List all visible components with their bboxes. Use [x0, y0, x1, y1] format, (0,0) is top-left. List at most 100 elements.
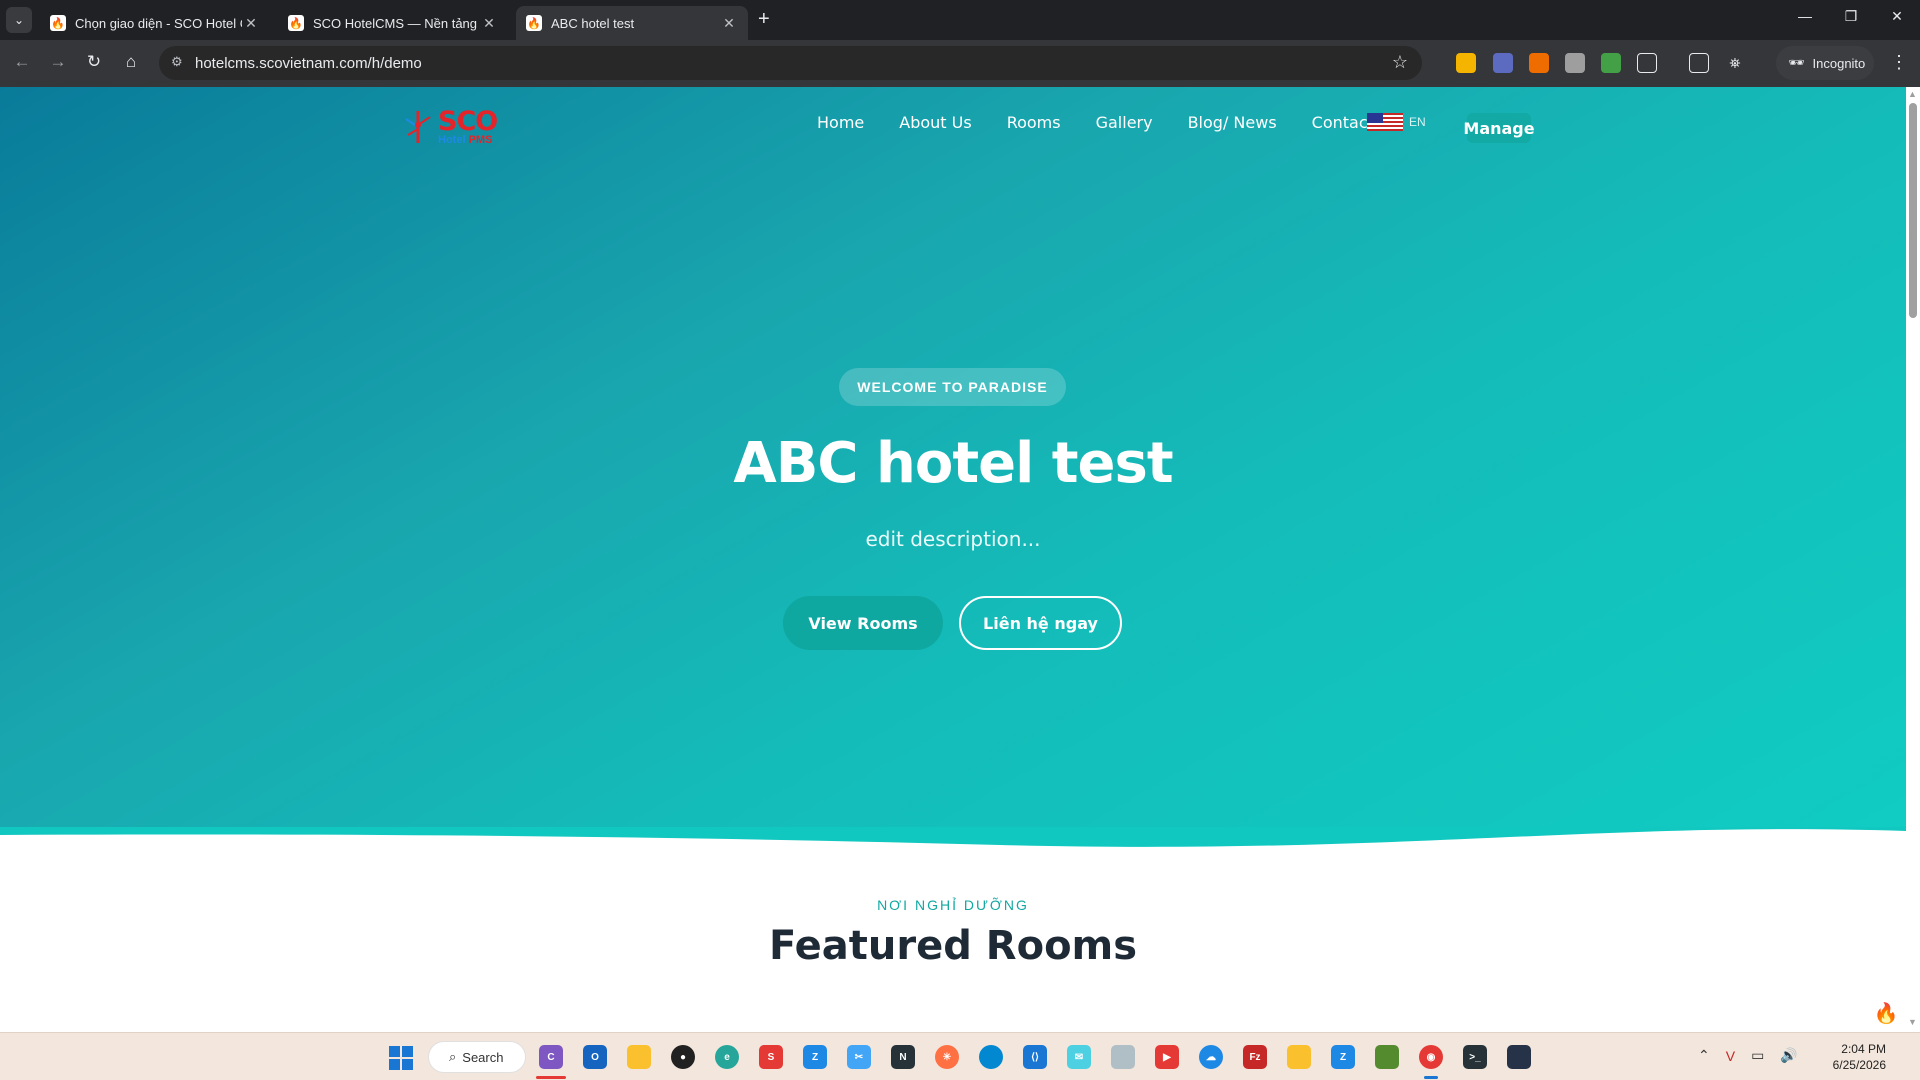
browser-menu-icon[interactable]: ⋮	[1890, 52, 1908, 73]
clock-time: 2:04 PM	[1841, 1042, 1886, 1056]
sticky-notes-app-icon[interactable]	[627, 1045, 651, 1069]
hero-section: SCO Hotel PMS Home About Us Rooms Galler…	[0, 87, 1906, 867]
scroll-down-icon[interactable]: ▼	[1908, 1017, 1917, 1027]
incognito-indicator[interactable]: 🕶 Incognito	[1776, 46, 1874, 80]
minimize-icon[interactable]: —	[1785, 8, 1825, 24]
page-viewport: SCO Hotel PMS Home About Us Rooms Galler…	[0, 87, 1906, 1032]
forward-icon[interactable]: →	[46, 52, 70, 72]
back-icon[interactable]: ←	[10, 52, 34, 72]
chrome-app-icon[interactable]: ◉	[1419, 1045, 1443, 1069]
system-tray: ⌃ V ▭ 🔊	[1698, 1047, 1798, 1064]
tab-title: SCO HotelCMS — Nền tảng website	[313, 15, 480, 31]
scroll-thumb[interactable]	[1909, 103, 1917, 318]
main-nav: Home About Us Rooms Gallery Blog/ News C…	[817, 113, 1374, 132]
reload-icon[interactable]: ↻	[82, 52, 106, 72]
claude-app-icon[interactable]: ✳	[935, 1045, 959, 1069]
extension-icon[interactable]	[1529, 53, 1549, 73]
terminal-app-icon[interactable]: >_	[1463, 1045, 1487, 1069]
filezilla-app-icon[interactable]: Fz	[1243, 1045, 1267, 1069]
section-kicker: NƠI NGHỈ DƯỠNG	[877, 897, 1029, 913]
url-text: hotelcms.scovietnam.com/h/demo	[195, 54, 422, 72]
language-code: EN	[1409, 115, 1426, 129]
app-icon[interactable]	[1111, 1045, 1135, 1069]
extensions-puzzle-icon[interactable]	[1637, 53, 1657, 73]
vscode-app-icon[interactable]: ⟨⟩	[1023, 1045, 1047, 1069]
tab-close-icon[interactable]: ✕	[242, 15, 260, 32]
restore-icon[interactable]: ❐	[1831, 8, 1871, 25]
language-switcher[interactable]: EN	[1367, 113, 1426, 131]
nav-about-us[interactable]: About Us	[899, 113, 971, 132]
browser-tab[interactable]: 🔥 SCO HotelCMS — Nền tảng website ✕	[278, 6, 508, 40]
welcome-badge: WELCOME TO PARADISE	[839, 368, 1066, 406]
mail-app-icon[interactable]: ✉	[1067, 1045, 1091, 1069]
scroll-up-icon[interactable]: ▲	[1908, 89, 1917, 99]
extension-icon[interactable]	[1493, 53, 1513, 73]
address-bar[interactable]: ⚙ hotelcms.scovietnam.com/h/demo ☆	[159, 46, 1422, 80]
site-logo[interactable]: SCO Hotel PMS	[402, 106, 498, 147]
shopee-app-icon[interactable]: S	[759, 1045, 783, 1069]
hero-description: edit description...	[865, 527, 1041, 551]
app-icon[interactable]	[1507, 1045, 1531, 1069]
vietnamese-ime-icon[interactable]: V	[1726, 1048, 1735, 1064]
section-title: Featured Rooms	[768, 923, 1138, 969]
bookmark-star-icon[interactable]: ☆	[1392, 52, 1408, 73]
fire-widget-icon[interactable]: 🔥	[1868, 995, 1904, 1031]
logo-icon	[402, 107, 434, 147]
taskbar-search-label: Search	[462, 1049, 504, 1065]
search-icon: ⌕	[449, 1049, 457, 1064]
tab-search-button[interactable]: ⌄	[6, 7, 32, 33]
new-tab-icon[interactable]: +	[758, 8, 770, 31]
browser-tab-bar: ⌄ 🔥 Chọn giao diện - SCO Hotel CMS ✕ 🔥 S…	[0, 0, 1920, 40]
nav-contact[interactable]: Contact	[1312, 113, 1374, 132]
browser-tab-active[interactable]: 🔥 ABC hotel test ✕	[516, 6, 748, 40]
tray-chevron-up-icon[interactable]: ⌃	[1698, 1047, 1710, 1064]
browser-tab[interactable]: 🔥 Chọn giao diện - SCO Hotel CMS ✕	[40, 6, 270, 40]
windows-start-icon[interactable]	[389, 1046, 413, 1070]
edge-app-icon[interactable]: e	[715, 1045, 739, 1069]
camera-extension-icon[interactable]	[1565, 53, 1585, 73]
snipping-tool-icon[interactable]: ✂	[847, 1045, 871, 1069]
volume-icon[interactable]: 🔊	[1780, 1047, 1797, 1064]
incognito-icon: 🕶	[1788, 55, 1805, 70]
extension-icon[interactable]	[1456, 53, 1476, 73]
record-app-icon[interactable]: ●	[671, 1045, 695, 1069]
notion-app-icon[interactable]: N	[891, 1045, 915, 1069]
hero-title: ABC hotel test	[733, 431, 1173, 496]
tab-title: ABC hotel test	[551, 15, 635, 31]
youtube-app-icon[interactable]: ▶	[1155, 1045, 1179, 1069]
page-scrollbar[interactable]: ▲ ▼	[1906, 87, 1920, 1032]
extension-icon[interactable]	[1601, 53, 1621, 73]
close-window-icon[interactable]: ✕	[1877, 8, 1917, 25]
contact-now-button[interactable]: Liên hệ ngay	[959, 596, 1122, 650]
manage-button[interactable]: Manage	[1463, 113, 1535, 143]
taskbar-clock[interactable]: 2:04 PM 6/25/2026	[1810, 1041, 1886, 1073]
taskbar-search[interactable]: ⌕ Search	[428, 1041, 526, 1073]
tab-title: Chọn giao diện - SCO Hotel CMS	[75, 15, 242, 31]
site-info-icon[interactable]: ⚙	[171, 54, 183, 70]
site-favicon-icon: 🔥	[50, 15, 66, 31]
zalo-app-icon[interactable]: Z	[1331, 1045, 1355, 1069]
clickup-app-icon[interactable]: C	[539, 1045, 563, 1069]
outlook-app-icon[interactable]: O	[583, 1045, 607, 1069]
nav-blog-news[interactable]: Blog/ News	[1188, 113, 1277, 132]
logo-sub-hotel: Hotel	[438, 134, 466, 146]
incognito-small-icon[interactable]: ⛯	[1725, 53, 1745, 73]
nav-rooms[interactable]: Rooms	[1007, 113, 1061, 132]
logo-brand: SCO	[438, 106, 498, 137]
logo-sub-pms: PMS	[468, 134, 493, 146]
nav-home[interactable]: Home	[817, 113, 864, 132]
hero-wave-divider	[0, 827, 1906, 907]
home-icon[interactable]: ⌂	[119, 52, 143, 72]
notepad-app-icon[interactable]	[1375, 1045, 1399, 1069]
zalo-app-icon[interactable]: Z	[803, 1045, 827, 1069]
network-icon[interactable]: ▭	[1751, 1047, 1764, 1064]
site-favicon-icon: 🔥	[288, 15, 304, 31]
tab-close-icon[interactable]: ✕	[480, 15, 498, 32]
tab-close-icon[interactable]: ✕	[720, 15, 738, 32]
reading-mode-icon[interactable]	[1689, 53, 1709, 73]
app-icon[interactable]	[979, 1045, 1003, 1069]
nav-gallery[interactable]: Gallery	[1096, 113, 1153, 132]
file-explorer-icon[interactable]	[1287, 1045, 1311, 1069]
cloud-app-icon[interactable]: ☁	[1199, 1045, 1223, 1069]
view-rooms-button[interactable]: View Rooms	[783, 596, 943, 650]
